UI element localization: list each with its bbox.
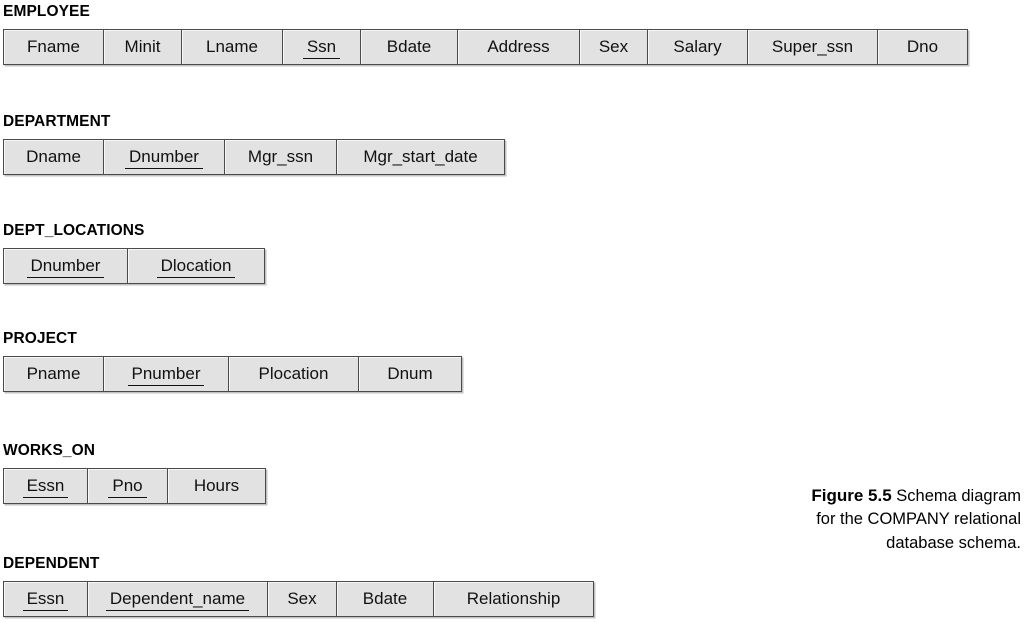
attribute-cell-key: Ssn xyxy=(283,29,361,64)
attribute-row: Fname Minit Lname Ssn Bdate Address Sex Salary S… xyxy=(3,28,968,65)
relation-name-label: WORKS_ON xyxy=(3,442,96,459)
attribute-cell: Dnum xyxy=(359,356,462,391)
attribute-label: Bdate xyxy=(386,37,432,56)
attribute-cell: Bdate xyxy=(361,29,458,64)
attribute-cell-key: Dnumber xyxy=(104,139,225,174)
attribute-label: Address xyxy=(487,37,550,56)
attribute-cell-key: Pnumber xyxy=(104,356,229,391)
attribute-label: Dno xyxy=(906,37,939,56)
attribute-label: Bdate xyxy=(362,589,408,608)
attribute-cell: Dno xyxy=(878,29,968,64)
attribute-label: Ssn xyxy=(302,37,341,59)
relation-dependent: DEPENDENT Essn Dependent_name Sex Bdate Relat… xyxy=(3,556,594,617)
attribute-row: Dname Dnumber Mgr_ssn Mgr_start_date xyxy=(3,138,505,175)
attribute-label: Sex xyxy=(598,37,629,56)
attribute-cell-key: Dnumber xyxy=(4,248,128,283)
attribute-label: Pname xyxy=(26,364,81,383)
attribute-cell-key: Essn xyxy=(4,468,88,503)
relation-name-label: DEPT_LOCATIONS xyxy=(3,222,145,239)
attribute-cell: Mgr_ssn xyxy=(225,139,337,174)
attribute-cell: Fname xyxy=(4,29,104,64)
attribute-cell: Sex xyxy=(268,581,337,616)
attribute-label: Dependent_name xyxy=(105,589,250,611)
attribute-cell: Address xyxy=(458,29,580,64)
attribute-label: Sex xyxy=(287,589,317,608)
attribute-label: Mgr_ssn xyxy=(247,147,314,166)
attribute-label: Minit xyxy=(124,37,161,56)
attribute-label: Dnumber xyxy=(26,256,105,278)
attribute-cell: Lname xyxy=(182,29,283,64)
attribute-cell: Plocation xyxy=(229,356,359,391)
relation-name-label: PROJECT xyxy=(3,330,77,347)
attribute-cell-key: Dependent_name xyxy=(88,581,268,616)
relation-name-label: DEPENDENT xyxy=(3,555,100,572)
attribute-label: Hours xyxy=(193,476,240,495)
attribute-label: Dlocation xyxy=(156,256,236,278)
attribute-cell: Minit xyxy=(104,29,182,64)
attribute-label: Pnumber xyxy=(127,364,205,386)
relation-name-label: EMPLOYEE xyxy=(3,3,90,20)
attribute-cell: Dname xyxy=(4,139,104,174)
attribute-cell: Sex xyxy=(580,29,648,64)
attribute-cell-key: Pno xyxy=(88,468,168,503)
attribute-label: Relationship xyxy=(466,589,561,608)
attribute-cell: Super_ssn xyxy=(748,29,878,64)
figure-caption: Figure 5.5 Schema diagram for the COMPAN… xyxy=(811,484,1021,555)
attribute-cell: Hours xyxy=(168,468,266,503)
attribute-label: Salary xyxy=(673,37,722,56)
relation-dept_locations: DEPT_LOCATIONS Dnumber Dlocation xyxy=(3,223,265,284)
attribute-cell: Relationship xyxy=(434,581,594,616)
attribute-row: Pname Pnumber Plocation Dnum xyxy=(3,355,462,392)
attribute-label: Fname xyxy=(27,37,80,56)
attribute-cell: Mgr_start_date xyxy=(337,139,505,174)
attribute-label: Essn xyxy=(22,476,69,498)
attribute-cell-key: Essn xyxy=(4,581,88,616)
relation-project: PROJECT Pname Pnumber Plocation Dnum xyxy=(3,331,462,392)
attribute-label: Dname xyxy=(26,147,81,166)
attribute-label: Pno xyxy=(108,476,147,498)
attribute-row: Essn Dependent_name Sex Bdate Relationship xyxy=(3,580,594,617)
attribute-cell: Bdate xyxy=(337,581,434,616)
attribute-label: Dnumber xyxy=(125,147,203,169)
attribute-label: Essn xyxy=(22,589,69,611)
attribute-label: Mgr_start_date xyxy=(363,147,478,166)
relation-employee: EMPLOYEE Fname Minit Lname Ssn Bdate Address Se… xyxy=(3,4,968,65)
figure-number: Figure 5.5 xyxy=(811,486,892,505)
attribute-cell: Salary xyxy=(648,29,748,64)
relation-works_on: WORKS_ON Essn Pno Hours xyxy=(3,443,266,504)
relation-name-label: DEPARTMENT xyxy=(3,113,111,130)
attribute-label: Lname xyxy=(206,37,258,56)
attribute-label: Dnum xyxy=(387,364,433,383)
attribute-label: Plocation xyxy=(258,364,329,383)
attribute-row: Essn Pno Hours xyxy=(3,467,266,504)
attribute-cell-key: Dlocation xyxy=(128,248,265,283)
relation-department: DEPARTMENT Dname Dnumber Mgr_ssn Mgr_start_d… xyxy=(3,114,505,175)
attribute-cell: Pname xyxy=(4,356,104,391)
attribute-row: Dnumber Dlocation xyxy=(3,247,265,284)
attribute-label: Super_ssn xyxy=(771,37,854,56)
